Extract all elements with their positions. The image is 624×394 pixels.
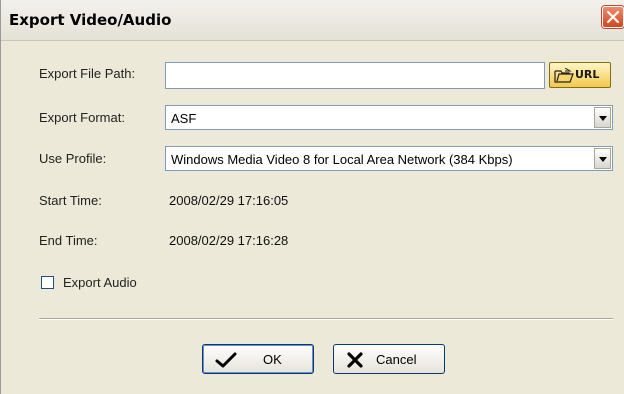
use-profile-value: Windows Media Video 8 for Local Area Net… [171,152,513,167]
title-bar[interactable]: Export Video/Audio [1,0,624,41]
start-time-label: Start Time: [39,193,102,208]
close-button[interactable] [602,6,624,28]
folder-open-icon [554,68,574,83]
end-time-value: 2008/02/29 17:16:28 [169,233,289,248]
checkmark-icon [215,352,237,368]
end-time-label: End Time: [39,233,98,248]
export-format-select[interactable]: ASF [165,105,613,130]
export-dialog: Export Video/Audio Export File Path: URL… [0,0,624,394]
chevron-down-icon[interactable] [594,148,611,169]
ok-button[interactable]: OK [202,344,314,374]
export-format-value: ASF [171,111,197,126]
ok-label: OK [263,352,282,367]
start-time-value: 2008/02/29 17:16:05 [169,193,289,208]
export-file-path-label: Export File Path: [39,66,136,81]
cancel-button[interactable]: Cancel [333,344,445,374]
export-file-path-input[interactable] [165,62,545,89]
cancel-label: Cancel [376,352,417,367]
chevron-down-icon[interactable] [594,107,611,128]
browse-url-label: URL [575,68,600,81]
window-title: Export Video/Audio [9,11,172,29]
export-format-label: Export Format: [39,110,125,125]
export-audio-checkbox[interactable] [41,276,54,289]
divider [39,318,613,320]
use-profile-select[interactable]: Windows Media Video 8 for Local Area Net… [165,146,613,171]
x-mark-icon [347,352,363,368]
browse-url-button[interactable]: URL [549,62,611,88]
close-icon [606,10,620,24]
use-profile-label: Use Profile: [39,151,107,166]
export-audio-label[interactable]: Export Audio [63,275,137,290]
